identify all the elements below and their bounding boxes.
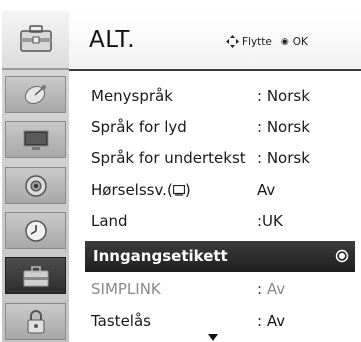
category-sidebar [2,11,69,342]
row-value-text: Av [266,280,286,298]
option-list: Menyspråk : Norsk Språk for lyd : Norsk … [69,71,361,342]
sidebar-item-satellite[interactable] [5,76,66,113]
sidebar-item-picture[interactable] [5,121,66,158]
menu-row-simplink[interactable]: SIMPLINK : Av [69,274,361,305]
row-value-separator: : [257,280,263,298]
move-arrows-icon [226,35,239,48]
menu-row-country[interactable]: Land :UK [69,206,361,237]
tv-setup-menu: ALT. Flytte ◉ OK Menyspråk : Norsk Språk… [0,0,361,342]
row-value: : Norsk [257,118,310,136]
row-label: Språk for lyd [91,118,187,136]
row-value: :UK [257,212,283,230]
satellite-dish-icon [24,84,46,104]
sidebar-item-time[interactable] [5,212,66,249]
row-label: Tastelås [91,312,151,330]
sidebar-item-lock[interactable] [5,303,66,340]
row-label: Hørselssv.() [91,181,191,199]
menu-header: ALT. Flytte ◉ OK [69,11,361,71]
ok-button-icon: ◉ [280,36,289,47]
menu-row-input-label[interactable]: Inngangsetikett [85,241,355,272]
menu-row-key-lock[interactable]: Tastelås : Av [69,306,361,337]
padlock-icon [27,309,44,333]
menu-row-hearing-impaired[interactable]: Hørselssv.() Av [69,175,361,206]
row-label-text: Hørselssv. [91,181,167,199]
hearing-impaired-icon: () [166,181,191,199]
menu-row-audio-language[interactable]: Språk for lyd : Norsk [69,112,361,143]
row-label: Språk for undertekst [91,149,246,167]
row-label: SIMPLINK [91,280,161,298]
page-title: ALT. [89,27,136,53]
option-category-header [2,11,69,70]
toolbox-icon [20,25,52,52]
scroll-down-arrow-icon[interactable] [208,334,218,341]
selected-radio-icon [335,249,349,263]
row-label: Menyspråk [91,87,173,105]
row-value: : Norsk [257,87,310,105]
hint-move-label: Flytte [242,35,272,48]
row-label: Inngangsetikett [93,247,228,265]
row-value: : Norsk [257,149,310,167]
row-value: : Av [257,280,285,298]
monitor-icon [23,130,48,150]
speaker-icon [24,174,47,197]
sidebar-item-audio[interactable] [5,167,66,204]
toolbox-icon [23,265,48,286]
clock-icon [24,219,47,242]
row-value: Av [257,181,276,199]
menu-row-subtitle-language[interactable]: Språk for undertekst : Norsk [69,143,361,174]
menu-row-menu-language[interactable]: Menyspråk : Norsk [69,81,361,112]
hint-ok-label: OK [292,35,308,48]
row-label: Land [91,212,128,230]
row-value: : Av [257,312,286,330]
sidebar-item-option[interactable] [5,257,66,294]
navigation-hint: Flytte ◉ OK [226,35,308,48]
